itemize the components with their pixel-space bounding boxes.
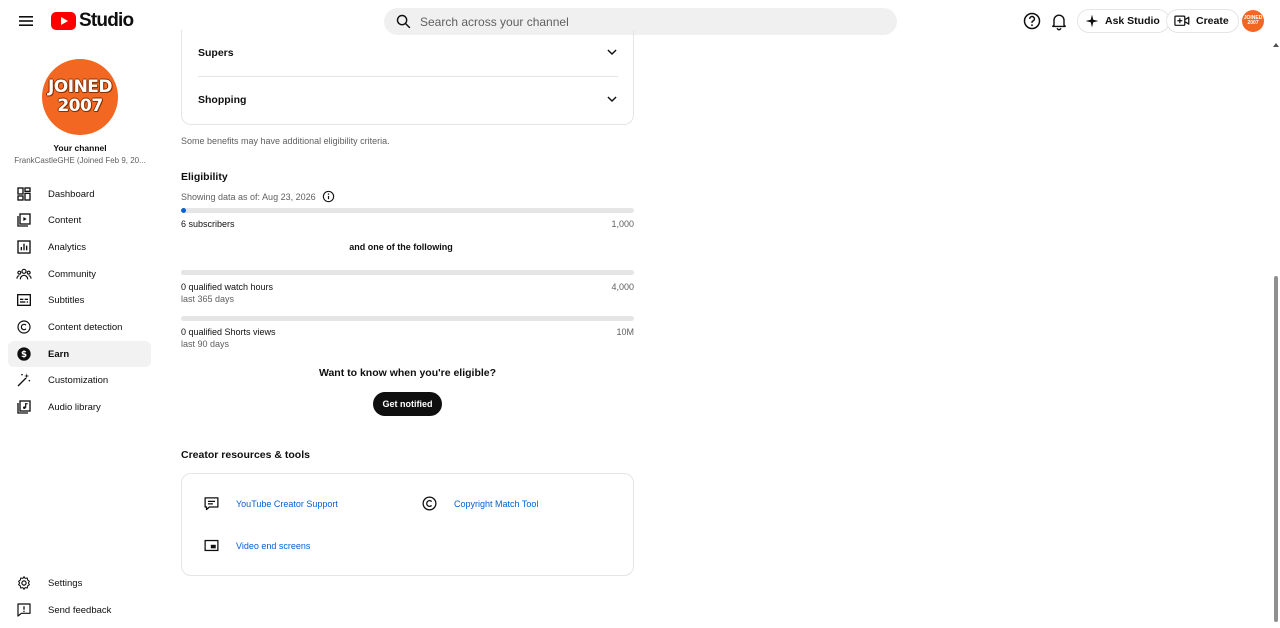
search-input[interactable] [420, 14, 860, 29]
get-notified-button[interactable]: Get notified [373, 392, 442, 416]
create-label: Create [1196, 15, 1229, 27]
sidebar-item-subtitles[interactable]: Subtitles [8, 287, 151, 313]
info-icon[interactable] [322, 190, 335, 203]
copyright-icon [422, 496, 437, 511]
ask-studio-label: Ask Studio [1105, 15, 1160, 27]
eligibility-note: Some benefits may have additional eligib… [181, 136, 390, 146]
sidebar-item-label: Subtitles [48, 294, 85, 306]
subscribers-progress-bar [181, 208, 634, 213]
subtitles-icon [17, 294, 31, 306]
create-button[interactable]: Create [1166, 9, 1239, 33]
sidebar-item-audio-library[interactable]: Audio library [8, 394, 151, 420]
data-as-of: Showing data as of: Aug 23, 2026 [181, 190, 335, 203]
menu-icon[interactable] [14, 9, 38, 33]
account-avatar[interactable]: JOINED 2007 [1242, 10, 1264, 32]
sidebar-item-label: Content detection [48, 321, 123, 333]
copyright-icon [17, 320, 31, 334]
watch-hours-period: last 365 days [181, 294, 235, 304]
sidebar-item-label: Customization [48, 374, 109, 386]
watch-hours-progress-bar [181, 270, 634, 275]
analytics-icon [17, 240, 31, 254]
link-video-end-screens[interactable]: Video end screens [203, 537, 310, 554]
sidebar-item-earn[interactable]: $ Earn [8, 341, 151, 367]
sidebar-item-content[interactable]: Content [8, 207, 151, 233]
data-as-of-text: Showing data as of: Aug 23, 2026 [181, 191, 316, 202]
subscribers-count: 6 subscribers [181, 219, 235, 229]
magic-wand-icon [17, 373, 31, 387]
youtube-logo-icon [51, 12, 76, 30]
and-one-of-following: and one of the following [349, 242, 453, 252]
sidebar-item-label: Send feedback [48, 604, 112, 616]
notifications-bell-icon[interactable] [1049, 11, 1069, 31]
sidebar-item-customization[interactable]: Customization [8, 367, 151, 393]
help-icon[interactable] [1022, 11, 1042, 31]
channel-avatar[interactable]: JOINED 2007 [42, 59, 118, 135]
dollar-icon: $ [17, 347, 31, 361]
subscribers-target: 1,000 [611, 219, 634, 229]
content-icon [17, 213, 31, 227]
logo-text: Studio [79, 10, 134, 31]
chevron-down-icon [607, 96, 617, 103]
want-to-know-heading: Want to know when you're eligible? [318, 367, 497, 379]
resources-title: Creator resources & tools [181, 449, 310, 461]
shorts-views-count: 0 qualified Shorts views [181, 327, 276, 337]
sparkle-icon [1085, 14, 1099, 28]
avatar-text-line2: 2007 [1247, 20, 1259, 26]
progress-fill [181, 208, 186, 213]
your-channel-label: Your channel [53, 143, 107, 153]
sidebar-item-community[interactable]: Community [8, 261, 151, 287]
resources-card: YouTube Creator Support Copyright Match … [181, 473, 634, 576]
sidebar-item-label: Settings [48, 577, 83, 589]
link-label: Copyright Match Tool [454, 498, 539, 509]
community-icon [16, 268, 32, 280]
channel-avatar-line1: JOINED [47, 77, 113, 97]
svg-text:$: $ [21, 350, 27, 360]
chevron-down-icon [607, 49, 617, 56]
sidebar-item-content-detection[interactable]: Content detection [8, 314, 151, 340]
channel-avatar-line2: 2007 [57, 96, 103, 116]
gear-icon [18, 576, 30, 590]
ask-studio-button[interactable]: Ask Studio [1077, 9, 1170, 33]
channel-name: FrankCastleGHE (Joined Feb 9, 20... [14, 156, 146, 165]
sidebar-item-dashboard[interactable]: Dashboard [8, 181, 151, 207]
audio-library-icon [17, 400, 31, 414]
youtube-studio-logo[interactable]: Studio [51, 10, 134, 32]
accordion-title: Supers [198, 47, 234, 59]
sidebar-item-label: Earn [48, 348, 70, 360]
accordion-supers[interactable]: Supers [198, 30, 618, 76]
sidebar-item-label: Audio library [48, 401, 101, 413]
dashboard-icon [17, 187, 31, 201]
support-chat-icon [204, 497, 219, 511]
sidebar-item-label: Analytics [48, 241, 87, 253]
sidebar-item-analytics[interactable]: Analytics [8, 234, 151, 260]
sidebar-item-label: Community [48, 268, 97, 280]
sidebar-item-send-feedback[interactable]: Send feedback [8, 597, 151, 623]
link-label: YouTube Creator Support [236, 498, 338, 509]
benefits-card: Supers Shopping [181, 30, 634, 125]
scrollbar-thumb[interactable] [1274, 276, 1278, 622]
sidebar: JOINED 2007 Your channel FrankCastleGHE … [0, 42, 160, 628]
sidebar-item-label: Dashboard [48, 188, 95, 200]
sidebar-item-label: Content [48, 214, 82, 226]
watch-hours-target: 4,000 [611, 282, 634, 292]
end-screen-icon [204, 539, 219, 552]
shorts-views-progress-bar [181, 316, 634, 321]
shorts-views-target: 10M [616, 327, 634, 337]
feedback-icon [17, 603, 31, 617]
link-label: Video end screens [236, 540, 311, 551]
link-copyright-match-tool[interactable]: Copyright Match Tool [421, 495, 538, 512]
watch-hours-count: 0 qualified watch hours [181, 282, 274, 292]
search-icon[interactable] [395, 13, 412, 30]
link-youtube-creator-support[interactable]: YouTube Creator Support [203, 495, 338, 512]
scroll-up-arrow-icon[interactable] [1273, 42, 1279, 48]
create-video-icon [1174, 15, 1190, 26]
eligibility-title: Eligibility [181, 171, 228, 183]
accordion-shopping[interactable]: Shopping [198, 77, 618, 123]
shorts-views-period: last 90 days [181, 339, 230, 349]
accordion-title: Shopping [198, 94, 247, 106]
sidebar-item-settings[interactable]: Settings [8, 570, 151, 596]
